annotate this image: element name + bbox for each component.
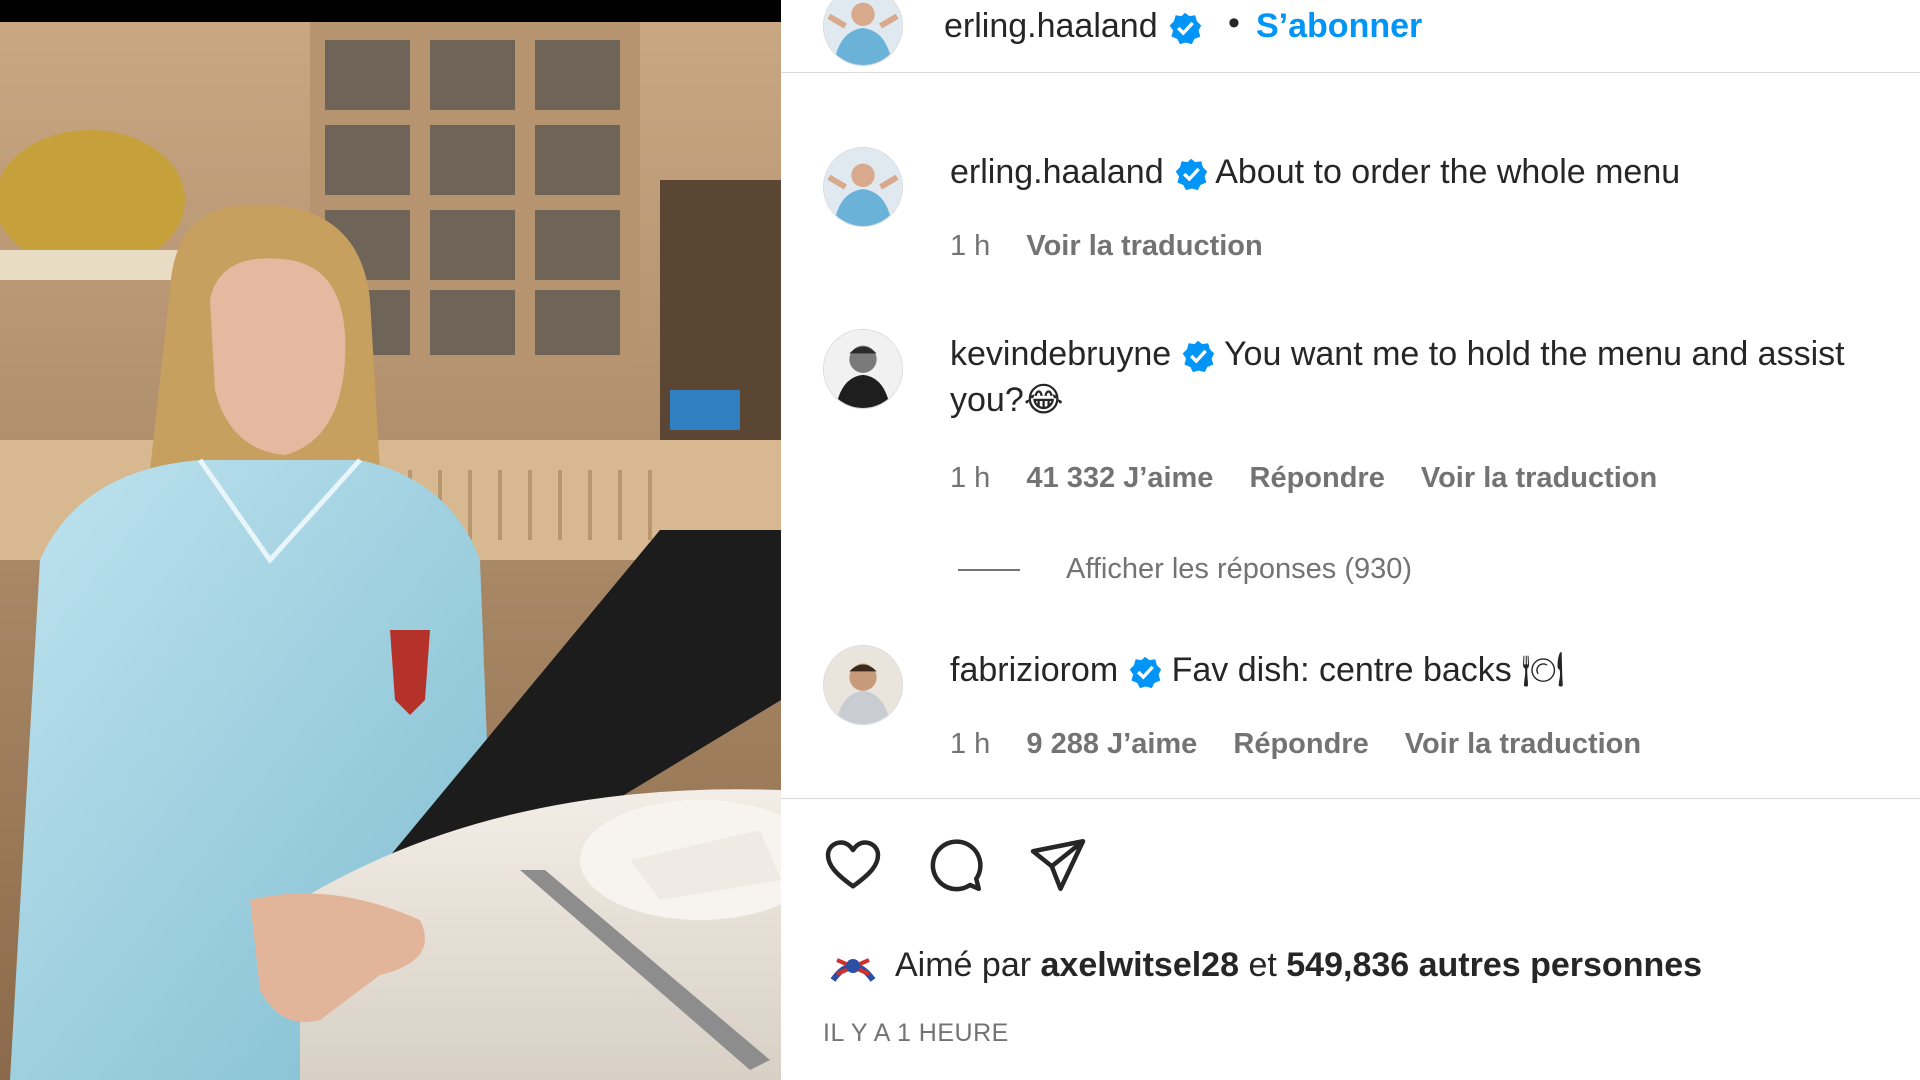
liker-username[interactable]: axelwitsel28: [1041, 946, 1239, 984]
verified-badge-icon: [1174, 157, 1208, 191]
likes-middle: et: [1248, 946, 1277, 984]
reply-button[interactable]: Répondre: [1233, 728, 1368, 760]
comment-meta: 1 h Voir la traduction: [950, 229, 1291, 263]
comment-time: 1 h: [950, 462, 991, 494]
commenter-avatar[interactable]: [823, 645, 903, 725]
comment-username[interactable]: fabriziorom: [950, 651, 1118, 689]
post-details-panel: erling.haaland • S’abonner erling.haalan…: [781, 0, 1920, 1080]
avatar-image: [827, 940, 879, 992]
comment-body: fabriziorom Fav dish: centre backs 🍽: [950, 647, 1890, 693]
likes-prefix: Aimé par: [895, 946, 1032, 984]
post-actions: [823, 835, 1126, 900]
restaurant-photo: [0, 0, 781, 1080]
post-header: erling.haaland • S’abonner: [781, 0, 1920, 73]
heart-icon[interactable]: [823, 835, 883, 895]
translate-link[interactable]: Voir la traduction: [1421, 462, 1657, 494]
speech-bubble-icon[interactable]: [925, 835, 985, 895]
verified-badge-icon: [1128, 655, 1162, 689]
post-photo[interactable]: [0, 0, 781, 1080]
comment-likes[interactable]: 41 332 J’aime: [1026, 462, 1213, 494]
avatar-image: [824, 330, 902, 408]
liker-avatar[interactable]: [827, 940, 879, 992]
comment-username[interactable]: erling.haaland: [950, 153, 1164, 191]
avatar-image: [824, 646, 902, 724]
avatar-image: [824, 148, 902, 226]
comment-time: 1 h: [950, 728, 991, 760]
reply-button[interactable]: Répondre: [1250, 462, 1385, 494]
translate-link[interactable]: Voir la traduction: [1405, 728, 1641, 760]
view-replies-button[interactable]: Afficher les réponses (930): [958, 552, 1412, 586]
author-username-text[interactable]: erling.haaland: [944, 7, 1158, 45]
comment-text: About to order the whole menu: [1215, 153, 1681, 191]
commenter-avatar[interactable]: [823, 329, 903, 409]
comment-meta: 1 h 41 332 J’aime Répondre Voir la tradu…: [950, 461, 1685, 495]
comment-time: 1 h: [950, 230, 991, 262]
comment-text: Fav dish: centre backs 🍽: [1171, 651, 1565, 689]
comment-likes[interactable]: 9 288 J’aime: [1026, 728, 1197, 760]
comment-body: erling.haaland About to order the whole …: [950, 149, 1890, 195]
comment-meta: 1 h 9 288 J’aime Répondre Voir la traduc…: [950, 727, 1669, 761]
view-replies-label[interactable]: Afficher les réponses (930): [1066, 553, 1412, 585]
comment-username[interactable]: kevindebruyne: [950, 335, 1171, 373]
comment-body: kevindebruyne You want me to hold the me…: [950, 331, 1890, 423]
paper-plane-icon[interactable]: [1028, 835, 1088, 895]
header-separator: •: [1228, 4, 1240, 42]
likes-count[interactable]: 549,836 autres personnes: [1286, 946, 1702, 984]
replies-line-divider: [958, 569, 1020, 572]
translate-link[interactable]: Voir la traduction: [1026, 230, 1262, 262]
likes-text: Aimé par axelwitsel28 et 549,836 autres …: [895, 940, 1702, 990]
verified-badge-icon: [1181, 339, 1215, 373]
verified-badge-icon: [1168, 11, 1202, 45]
post-timestamp[interactable]: IL Y A 1 HEURE: [823, 1019, 1009, 1048]
author-username[interactable]: erling.haaland: [944, 6, 1202, 46]
follow-button[interactable]: S’abonner: [1256, 6, 1422, 46]
author-avatar[interactable]: [823, 0, 903, 66]
caption-avatar[interactable]: [823, 147, 903, 227]
actions-divider: [781, 798, 1920, 799]
avatar-image: [824, 0, 902, 65]
